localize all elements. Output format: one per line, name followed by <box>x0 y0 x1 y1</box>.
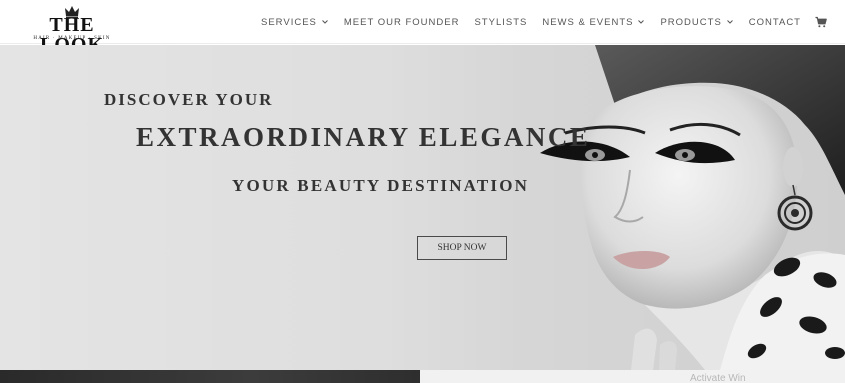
hero-line-destination: YOUR BEAUTY DESTINATION <box>232 176 530 195</box>
main-nav: SERVICES MEET OUR FOUNDER STYLISTS NEWS … <box>261 14 827 30</box>
model-portrait-image <box>540 45 845 370</box>
hero-line-discover: DISCOVER YOUR <box>104 90 274 109</box>
hero-banner: DISCOVER YOUR EXTRAORDINARY ELEGANCE YOU… <box>0 45 845 370</box>
nav-item-contact[interactable]: CONTACT <box>749 17 801 28</box>
nav-item-label: CONTACT <box>748 16 801 28</box>
nav-item-services[interactable]: SERVICES <box>261 17 329 28</box>
hero-line-elegance: EXTRAORDINARY ELEGANCE <box>136 122 591 152</box>
nav-item-products[interactable]: PRODUCTS <box>660 17 733 28</box>
nav-item-label: NEWS & EVENTS <box>542 16 634 28</box>
cart-icon[interactable] <box>815 16 827 28</box>
chevron-down-icon <box>322 20 328 24</box>
brand-logo[interactable]: THE LOOK HAIR · MAKEUP · SKIN <box>16 5 128 55</box>
brand-tagline: HAIR · MAKEUP · SKIN <box>33 36 111 41</box>
activate-windows-watermark: Activate Win <box>690 373 746 383</box>
section-image-light <box>420 370 845 383</box>
nav-item-news-events[interactable]: NEWS & EVENTS <box>542 17 645 28</box>
shop-now-button[interactable]: SHOP NOW <box>417 236 507 260</box>
nav-item-label: SERVICES <box>261 16 317 28</box>
section-image-dark <box>0 370 420 383</box>
nav-item-stylists[interactable]: STYLISTS <box>474 17 527 28</box>
nav-item-label: MEET OUR FOUNDER <box>343 16 460 28</box>
nav-item-meet-our-founder[interactable]: MEET OUR FOUNDER <box>344 17 460 28</box>
nav-item-label: PRODUCTS <box>660 16 722 28</box>
nav-item-label: STYLISTS <box>474 16 528 28</box>
chevron-down-icon <box>638 20 645 24</box>
chevron-down-icon <box>726 20 733 24</box>
site-header: THE LOOK HAIR · MAKEUP · SKIN SERVICES M… <box>0 0 845 55</box>
